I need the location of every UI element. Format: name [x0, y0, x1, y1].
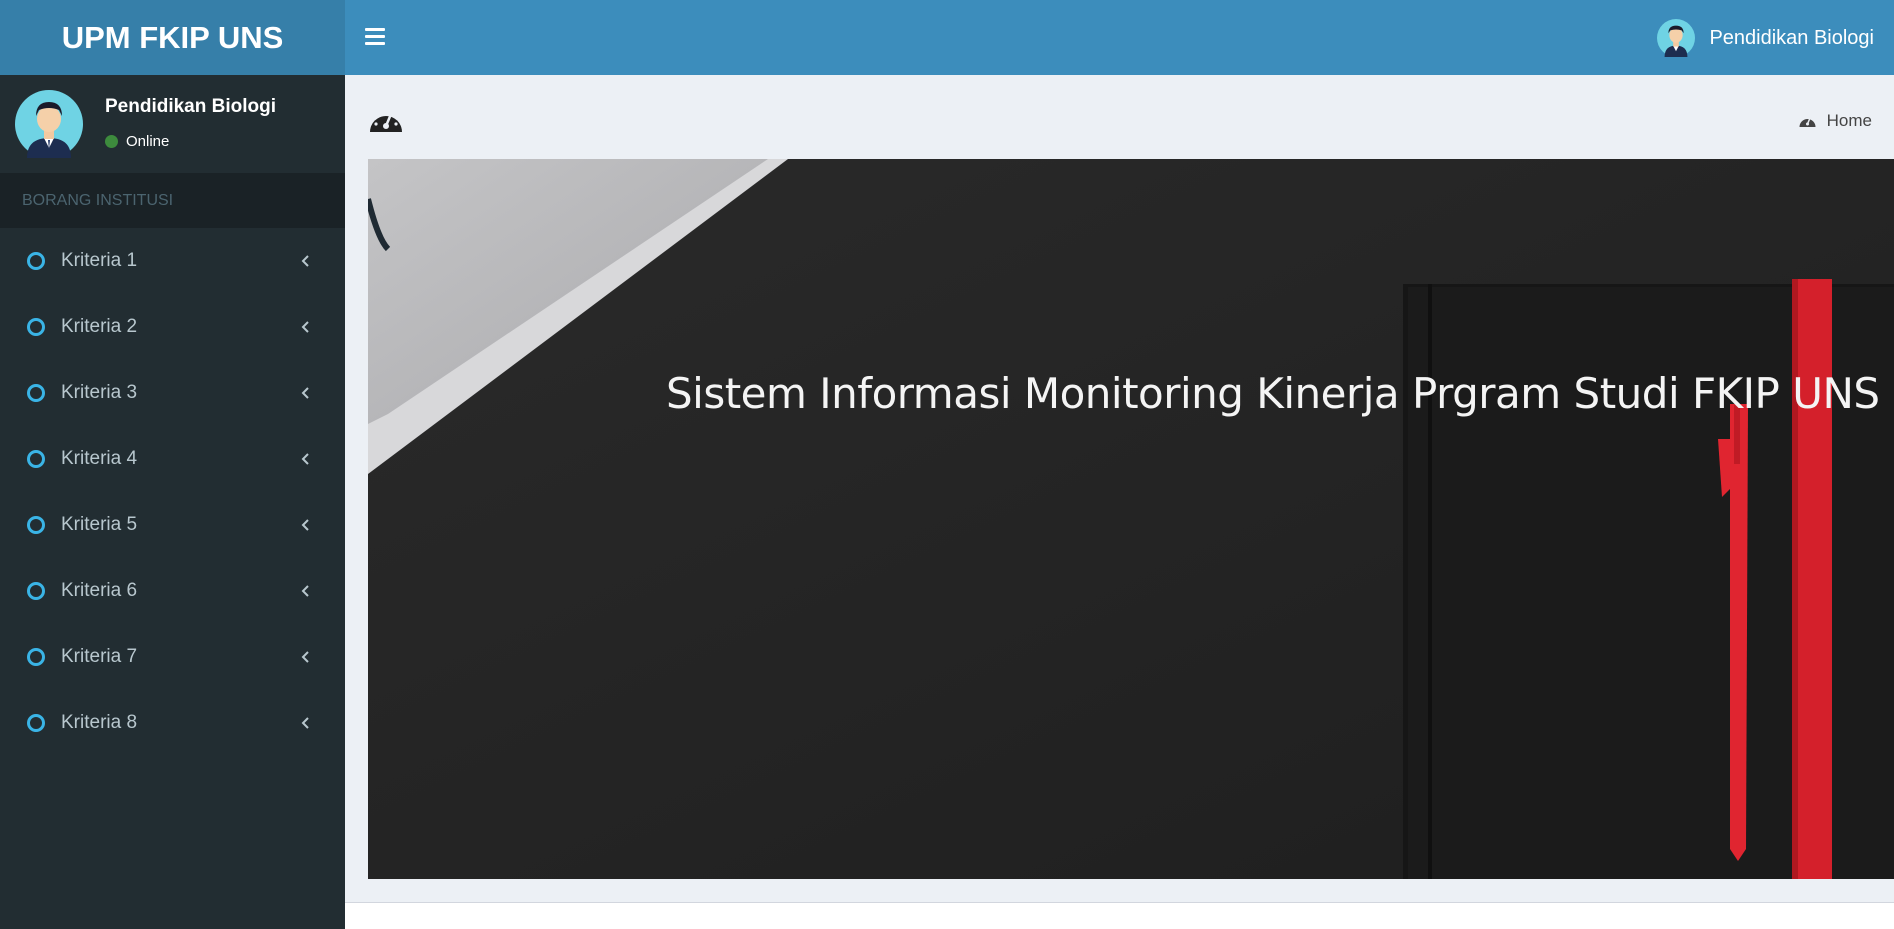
user-menu[interactable]: Pendidikan Biologi [1657, 18, 1874, 58]
user-avatar-icon [1657, 19, 1696, 57]
sidebar-item-label: Kriteria 8 [61, 712, 138, 733]
user-status-label: Online [126, 133, 170, 150]
chevron-left-icon [301, 387, 309, 399]
chevron-left-icon [301, 519, 309, 531]
user-avatar-icon [15, 90, 83, 158]
chevron-left-icon [301, 651, 309, 663]
sidebar-item-kriteria-7[interactable]: Kriteria 7 [0, 624, 345, 690]
user-status[interactable]: Online [105, 133, 169, 150]
sidebar-item-kriteria-1[interactable]: Kriteria 1 [0, 228, 345, 294]
sidebar-item-kriteria-4[interactable]: Kriteria 4 [0, 426, 345, 492]
circle-icon [27, 318, 45, 336]
circle-icon [27, 714, 45, 732]
chevron-left-icon [301, 717, 309, 729]
sidebar-item-label: Kriteria 2 [61, 316, 138, 337]
sidebar-item-label: Kriteria 3 [61, 382, 138, 403]
chevron-left-icon [301, 255, 309, 267]
sidebar-item-label: Kriteria 1 [61, 250, 138, 271]
circle-icon [27, 252, 45, 270]
dashboard-gauge-icon [1799, 117, 1816, 127]
circle-icon [27, 516, 45, 534]
navbar-user-name: Pendidikan Biologi [1709, 26, 1874, 49]
breadcrumb[interactable]: Home [1798, 111, 1872, 131]
sidebar-item-label: Kriteria 5 [61, 514, 138, 535]
chevron-left-icon [301, 321, 309, 333]
content-header: Home [345, 75, 1894, 159]
menu-section-header: BORANG INSTITUSI [0, 173, 345, 228]
banner-background-image [368, 159, 1894, 879]
sidebar-item-label: Kriteria 6 [61, 580, 138, 601]
chevron-left-icon [301, 453, 309, 465]
dashboard-gauge-icon [370, 110, 402, 132]
chevron-left-icon [301, 585, 309, 597]
circle-icon [27, 648, 45, 666]
sidebar-item-label: Kriteria 7 [61, 646, 138, 667]
sidebar: Pendidikan Biologi Online BORANG INSTITU… [0, 75, 345, 929]
user-panel: Pendidikan Biologi Online [0, 75, 345, 173]
page-footer [345, 902, 1894, 929]
sidebar-item-kriteria-8[interactable]: Kriteria 8 [0, 690, 345, 756]
sidebar-item-kriteria-3[interactable]: Kriteria 3 [0, 360, 345, 426]
sidebar-user-name: Pendidikan Biologi [105, 96, 277, 117]
sidebar-item-label: Kriteria 4 [61, 448, 138, 469]
circle-icon [27, 384, 45, 402]
sidebar-item-kriteria-2[interactable]: Kriteria 2 [0, 294, 345, 360]
hero-banner: Sistem Informasi Monitoring Kinerja Prgr… [368, 159, 1894, 879]
circle-icon [27, 582, 45, 600]
online-dot-icon [105, 135, 118, 148]
circle-icon [27, 450, 45, 468]
sidebar-item-kriteria-5[interactable]: Kriteria 5 [0, 492, 345, 558]
banner-title: Sistem Informasi Monitoring Kinerja Prgr… [666, 369, 1880, 418]
hamburger-icon[interactable] [365, 28, 385, 46]
top-navbar: Pendidikan Biologi [345, 0, 1894, 75]
sidebar-item-kriteria-6[interactable]: Kriteria 6 [0, 558, 345, 624]
breadcrumb-home[interactable]: Home [1827, 111, 1872, 131]
brand-logo[interactable]: UPM FKIP UNS [0, 0, 345, 75]
